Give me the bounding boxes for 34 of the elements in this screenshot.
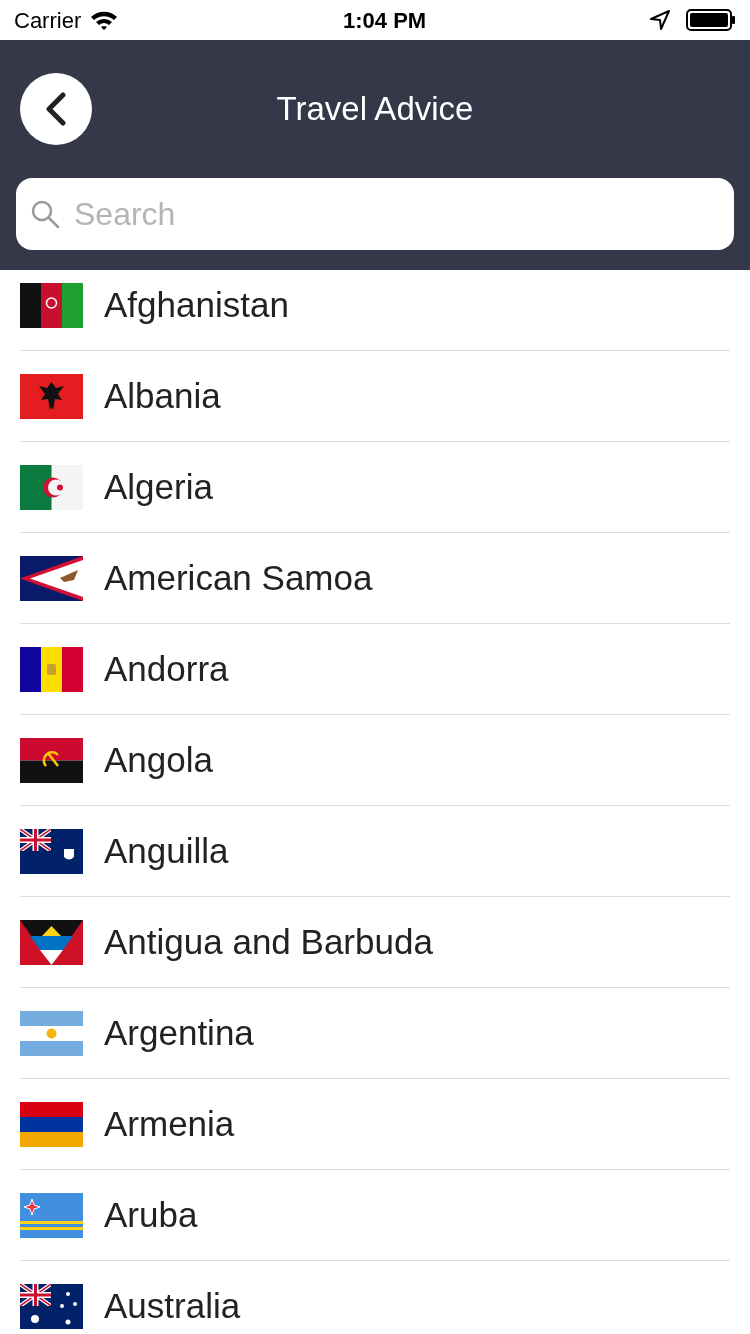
country-list-item[interactable]: Andorra — [20, 624, 730, 715]
flag-icon — [20, 464, 83, 510]
country-list-item[interactable]: Australia — [20, 1261, 730, 1334]
country-list-item[interactable]: Albania — [20, 351, 730, 442]
country-list-item[interactable]: Antigua and Barbuda — [20, 897, 730, 988]
country-list-item[interactable]: Anguilla — [20, 806, 730, 897]
flag-icon — [20, 555, 83, 601]
flag-icon — [20, 1010, 83, 1056]
flag-icon — [20, 1101, 83, 1147]
flag-icon — [20, 282, 83, 328]
flag-icon — [20, 737, 83, 783]
battery-icon — [686, 9, 736, 31]
carrier-name: Carrier — [14, 6, 82, 35]
country-list-item[interactable]: Afghanistan — [20, 260, 730, 351]
country-list-item[interactable]: American Samoa — [20, 533, 730, 624]
flag-icon — [20, 828, 83, 874]
country-list-item[interactable]: Algeria — [20, 442, 730, 533]
screen-title: Travel Advice — [276, 90, 474, 128]
country-list-item[interactable]: Angola — [20, 715, 730, 806]
flag-icon — [20, 373, 83, 419]
location-arrow-icon — [650, 10, 670, 30]
flag-icon — [20, 919, 83, 965]
country-list-item[interactable]: Aruba — [20, 1170, 730, 1261]
clock-time: 1:04 PM — [343, 6, 427, 35]
flag-icon — [20, 1283, 83, 1329]
flag-icon — [20, 646, 83, 692]
search-field[interactable]: Search — [74, 190, 720, 238]
country-list-item[interactable]: Armenia — [20, 1079, 730, 1170]
flag-icon — [20, 1192, 83, 1238]
back-chevron-icon — [45, 92, 67, 126]
search-field[interactable]: Search — [16, 178, 734, 250]
search-icon — [30, 199, 60, 229]
country-list-item[interactable]: Argentina — [20, 988, 730, 1079]
wifi-icon — [89, 9, 120, 31]
